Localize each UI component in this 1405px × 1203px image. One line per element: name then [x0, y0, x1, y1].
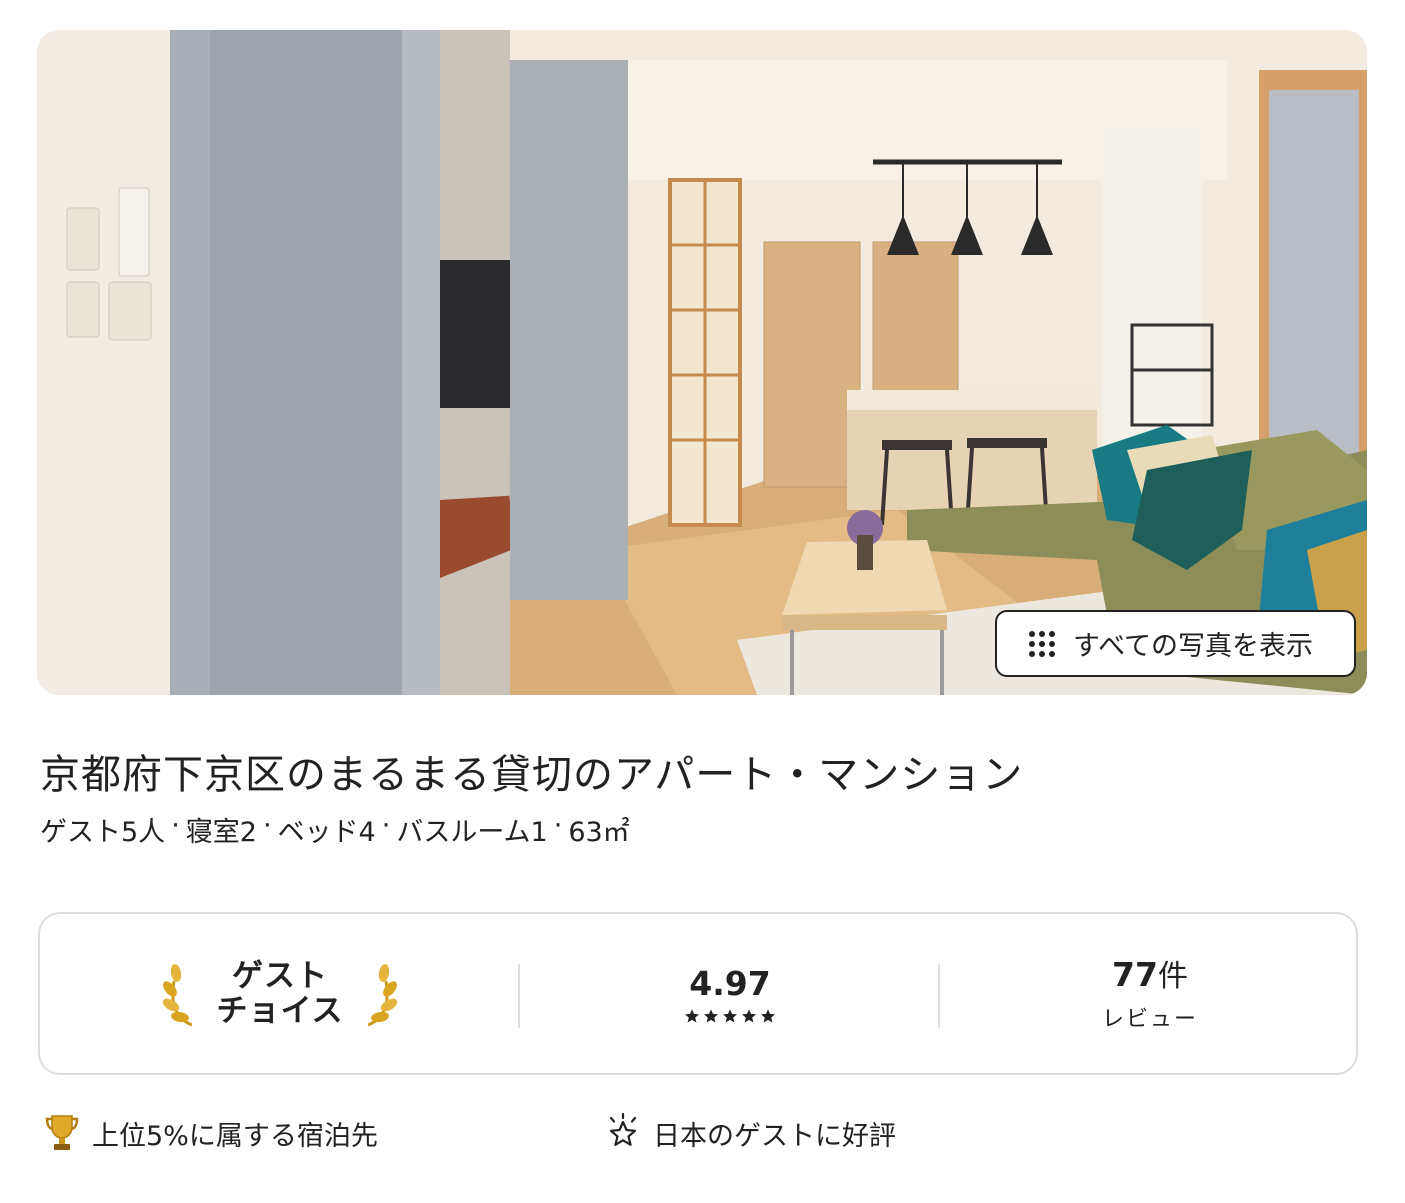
living-room-photo	[37, 30, 1367, 695]
spec-separator: ·	[171, 810, 180, 841]
star-icon	[704, 1008, 718, 1022]
show-all-photos-label: すべての写真を表示	[1073, 631, 1314, 662]
star-icon	[685, 1008, 699, 1022]
star-icon	[742, 1008, 756, 1022]
star-icon	[761, 1008, 775, 1022]
listing-specs: ゲスト5人 · 寝室2 · ベッド4 · バスルーム1 · 63㎡	[40, 810, 630, 849]
reviews-count-unit: 件	[1157, 958, 1188, 994]
reviews-count-value: 77	[1112, 954, 1158, 994]
spec-guests: ゲスト5人	[40, 817, 166, 848]
spec-bathrooms: バスルーム1	[396, 817, 548, 848]
trophy-icon	[45, 1115, 79, 1150]
rating-stars	[684, 1008, 776, 1024]
badge-line-1: ゲスト	[231, 957, 328, 994]
highlight-top-5-percent: 上位5%に属する宿泊先	[44, 1113, 378, 1153]
guest-favorite-card[interactable]: ゲスト チョイス 4.97 77件 レビュー	[38, 912, 1358, 1075]
reviews-count: 77件	[1112, 955, 1188, 997]
reviews-label: レビュー	[1101, 1006, 1198, 1032]
spec-bedrooms: 寝室2	[185, 817, 257, 848]
spec-separator: ·	[262, 810, 272, 841]
spec-area: 63㎡	[568, 817, 630, 848]
rating-value: 4.97	[689, 963, 771, 1003]
guest-favorite-badge: ゲスト チョイス	[40, 914, 520, 1073]
grid-dots-icon	[1029, 630, 1055, 657]
highlight-text: 上位5%に属する宿泊先	[92, 1120, 378, 1152]
highlight-popular-japan: 日本のゲストに好評	[605, 1113, 896, 1153]
listing-title: 京都府下京区のまるまる貸切のアパート・マンション	[40, 752, 1024, 798]
star-icon	[723, 1008, 737, 1022]
spec-separator: ·	[553, 810, 563, 841]
spec-beds: ベッド4	[277, 817, 376, 848]
reviews-summary[interactable]: 77件 レビュー	[940, 914, 1360, 1073]
show-all-photos-button[interactable]: すべての写真を表示	[995, 610, 1356, 677]
spec-separator: ·	[381, 810, 391, 841]
laurel-left-icon	[163, 963, 194, 1026]
listing-hero-photo[interactable]: すべての写真を表示	[37, 30, 1367, 695]
badge-line-2: チョイス	[216, 992, 344, 1029]
highlight-text: 日本のゲストに好評	[653, 1120, 896, 1152]
rating-summary: 4.97	[520, 914, 940, 1073]
sparkle-star-icon	[609, 1113, 637, 1146]
laurel-right-icon	[366, 963, 397, 1026]
